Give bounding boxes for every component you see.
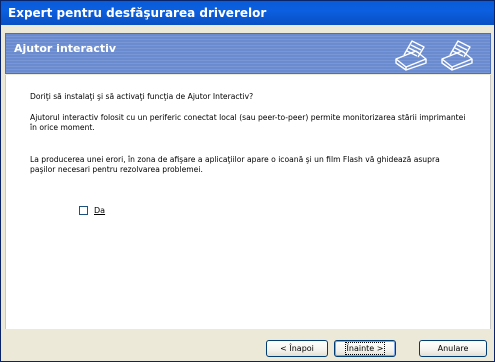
installer-window: Expert pentru desfăşurarea driverelor Aj… <box>0 0 495 362</box>
description-line: în orice moment. <box>30 123 95 132</box>
next-button-label: Înainte > <box>344 342 386 355</box>
printer-icon <box>395 40 473 71</box>
question-text: Doriţi să instalaţi şi să activaţi funcţ… <box>30 92 254 101</box>
back-button[interactable]: < Înapoi <box>266 340 328 357</box>
banner-title: Ajutor interactiv <box>14 42 117 55</box>
cancel-button[interactable]: Anulare <box>419 340 487 357</box>
da-checkbox-row[interactable]: Da <box>79 206 105 215</box>
da-checkbox[interactable] <box>79 206 88 215</box>
window-title: Expert pentru desfăşurarea driverelor <box>1 1 494 25</box>
da-checkbox-label[interactable]: Da <box>94 206 105 215</box>
description-line: paşilor necesari pentru rezolvarea probl… <box>30 165 203 174</box>
header-banner: Ajutor interactiv <box>5 33 491 74</box>
next-button[interactable]: Înainte > <box>334 340 396 357</box>
banner-icons <box>392 37 480 71</box>
description-line: La producerea unei erori, în zona de afi… <box>30 155 440 164</box>
content-area: Doriţi să instalaţi şi să activaţi funcţ… <box>5 75 491 329</box>
description-line: Ajutorul interactiv folosit cu un perife… <box>30 113 466 122</box>
